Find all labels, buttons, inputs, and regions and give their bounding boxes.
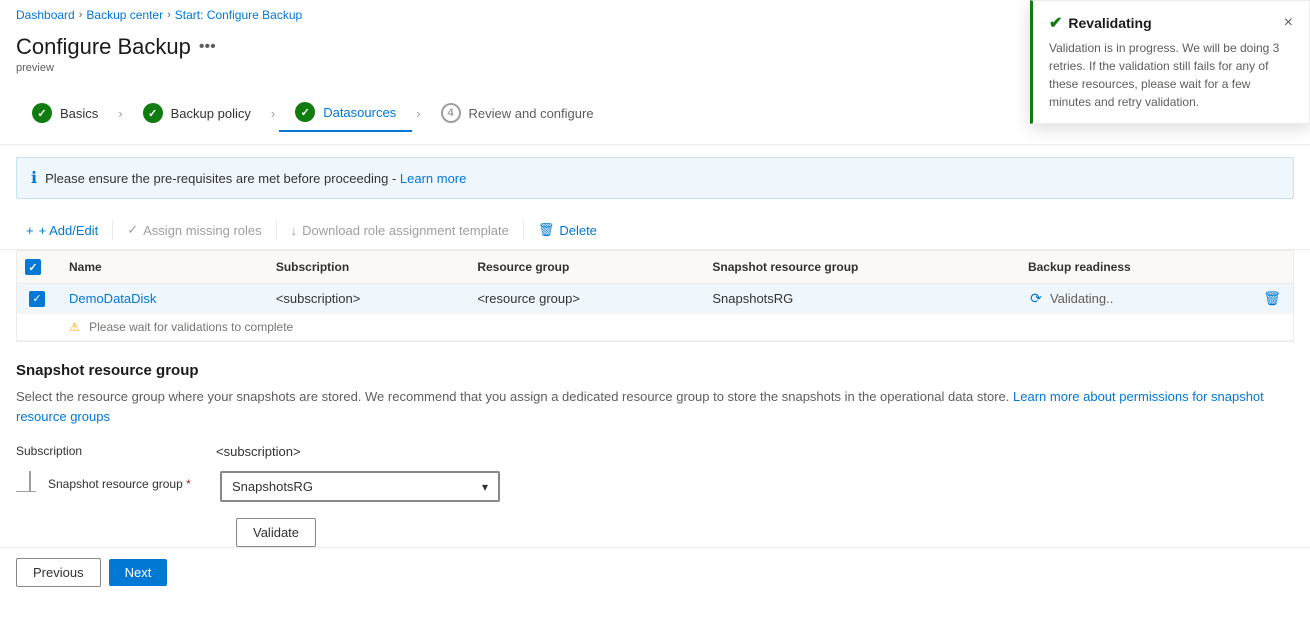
- toolbar: + + Add/Edit ✓ Assign missing roles ↓ Do…: [0, 211, 1310, 250]
- previous-button[interactable]: Previous: [16, 558, 101, 587]
- download-template-button[interactable]: ↓ Download role assignment template: [281, 218, 519, 243]
- snapshot-rg-row: Snapshot resource group SnapshotsRG ▾: [16, 471, 1294, 502]
- add-icon: +: [26, 223, 34, 238]
- step-review[interactable]: 4 Review and configure: [425, 95, 610, 131]
- cell-resource-group: <resource group>: [465, 284, 700, 314]
- table-row[interactable]: DemoDataDisk <subscription> <resource gr…: [17, 284, 1293, 314]
- step-policy-circle: ✓: [143, 103, 163, 123]
- page-title: Configure Backup: [16, 34, 191, 60]
- row-delete-icon[interactable]: 🗑: [1263, 290, 1281, 306]
- cell-subscription: <subscription>: [264, 284, 466, 314]
- info-icon: ℹ: [31, 168, 37, 188]
- assign-roles-button[interactable]: ✓ Assign missing roles: [117, 217, 271, 243]
- col-snapshot-rg: Snapshot resource group: [700, 251, 1016, 284]
- step-datasources[interactable]: ✓ Datasources: [279, 94, 412, 132]
- warning-row: ⚠ Please wait for validations to complet…: [17, 314, 1293, 341]
- step-basics-label: Basics: [60, 106, 98, 121]
- step-policy-label: Backup policy: [171, 106, 251, 121]
- bottom-bar: Previous Next: [0, 547, 1310, 597]
- col-resource-group: Resource group: [465, 251, 700, 284]
- step-datasources-label: Datasources: [323, 105, 396, 120]
- datasources-table: Name Subscription Resource group Snapsho…: [17, 251, 1293, 341]
- trash-icon: 🗑: [538, 222, 555, 238]
- info-bar: ℹ Please ensure the pre-requisites are m…: [16, 157, 1294, 199]
- toast-title-text: Revalidating: [1068, 15, 1151, 31]
- breadcrumb-dashboard[interactable]: Dashboard: [16, 8, 75, 22]
- datasources-table-container: Name Subscription Resource group Snapsho…: [16, 250, 1294, 342]
- download-icon: ↓: [291, 223, 298, 238]
- cell-snapshot-rg: SnapshotsRG: [700, 284, 1016, 314]
- next-button[interactable]: Next: [109, 559, 168, 586]
- step-basics[interactable]: ✓ Basics: [16, 95, 114, 131]
- subscription-row: Subscription <subscription>: [16, 438, 1294, 459]
- step-datasources-circle: ✓: [295, 102, 315, 122]
- col-backup-readiness: Backup readiness: [1016, 251, 1251, 284]
- snapshot-rg-dropdown[interactable]: SnapshotsRG ▾: [220, 471, 500, 502]
- subscription-value: <subscription>: [216, 438, 301, 459]
- add-edit-button[interactable]: + + Add/Edit: [16, 218, 108, 243]
- toast-close-button[interactable]: ×: [1284, 14, 1293, 32]
- row-checkbox[interactable]: [29, 291, 45, 307]
- info-message: Please ensure the pre-requisites are met…: [45, 171, 466, 186]
- snapshot-section-title: Snapshot resource group: [16, 362, 1294, 379]
- breadcrumb-configure-backup[interactable]: Start: Configure Backup: [175, 8, 302, 22]
- snapshot-rg-value: SnapshotsRG: [232, 479, 313, 494]
- step-review-circle: 4: [441, 103, 461, 123]
- snapshot-section-desc: Select the resource group where your sna…: [16, 387, 1294, 426]
- check-icon: ✓: [127, 222, 138, 238]
- dropdown-chevron-icon: ▾: [482, 480, 488, 494]
- toast-body: Validation is in progress. We will be do…: [1049, 39, 1293, 111]
- warning-message: ⚠ Please wait for validations to complet…: [57, 314, 1293, 341]
- step-basics-circle: ✓: [32, 103, 52, 123]
- toast-check-icon: ✔: [1049, 13, 1062, 33]
- cell-name: DemoDataDisk: [57, 284, 264, 314]
- snapshot-rg-label: Snapshot resource group: [48, 471, 248, 491]
- validating-spinner: [1028, 291, 1044, 307]
- delete-button[interactable]: 🗑 Delete: [528, 217, 607, 243]
- col-subscription: Subscription: [264, 251, 466, 284]
- warning-icon: ⚠: [69, 320, 80, 334]
- breadcrumb-backup-center[interactable]: Backup center: [86, 8, 163, 22]
- select-all-checkbox[interactable]: [25, 259, 41, 275]
- toast-notification: ✔ Revalidating × Validation is in progre…: [1030, 0, 1310, 124]
- step-backup-policy[interactable]: ✓ Backup policy: [127, 95, 267, 131]
- more-options-icon[interactable]: •••: [199, 38, 216, 56]
- step-review-label: Review and configure: [469, 106, 594, 121]
- validate-button[interactable]: Validate: [236, 518, 316, 547]
- col-name: Name: [57, 251, 264, 284]
- cell-backup-readiness: Validating..: [1016, 284, 1251, 314]
- learn-more-link[interactable]: Learn more: [400, 171, 466, 186]
- form-section: Subscription <subscription> Snapshot res…: [16, 438, 1294, 547]
- subscription-label: Subscription: [16, 438, 216, 458]
